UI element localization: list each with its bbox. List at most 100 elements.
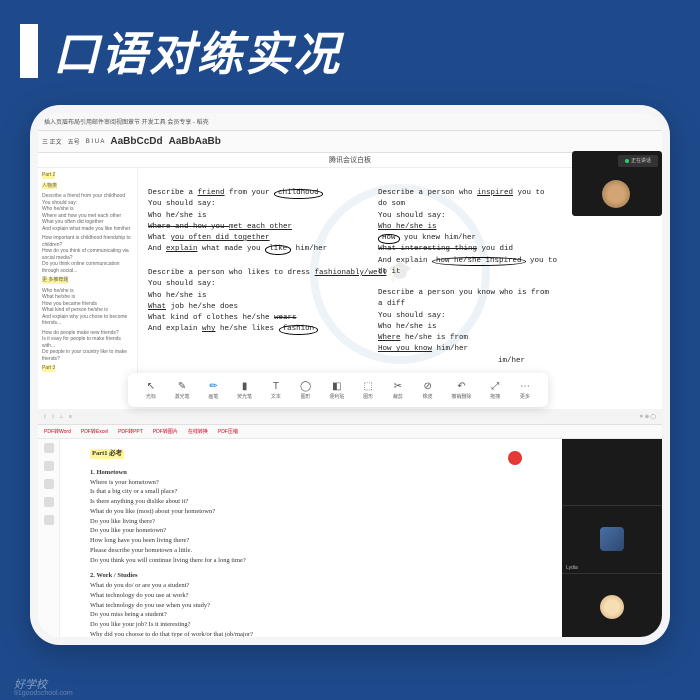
highlighter-icon: ▮	[239, 380, 251, 392]
tab-pdf-image[interactable]: PDF转图片	[153, 428, 178, 435]
ribbon-size[interactable]: 五号	[68, 137, 80, 146]
tool-eraser[interactable]: ⊘橡皮	[422, 380, 434, 400]
main-area: Part 2 人物类 Describe a friend from your c…	[38, 168, 662, 398]
pdf-header: ⟨ ⟩ ⌂ ≡ ✕ ⊕ ◯	[38, 409, 662, 425]
tool-pen[interactable]: ✏画笔	[207, 380, 219, 400]
q-line: What do you do/ or are you a student?	[90, 581, 522, 591]
tablet-frame: 插入页眉布局引用邮件审阅视图章节 开发工具 会员专享 - 稻壳 三 正文 五号 …	[30, 105, 670, 645]
outline-part: Part 2	[42, 172, 55, 179]
prompt-childhood-friend: Describe a friend from your childhood Yo…	[148, 188, 358, 256]
q-line: Where is your hometown?	[90, 478, 522, 488]
q1-title: 1. Hometown	[90, 468, 522, 478]
sidebar-icon[interactable]	[44, 443, 54, 453]
site-url-watermark: 91goodschool.com	[14, 690, 73, 697]
tab-pdf-ppt[interactable]: PDF转PPT	[118, 428, 143, 435]
outline-item: Do you think online communication throug…	[42, 261, 133, 274]
title-accent-bar	[20, 24, 38, 78]
tab-pdf-word[interactable]: PDF转Word	[44, 428, 71, 435]
menu-icon[interactable]: ≡	[69, 414, 72, 420]
tool-highlighter[interactable]: ▮荧光笔	[237, 380, 252, 400]
more-icon: ⋯	[519, 380, 531, 392]
outline-panel[interactable]: Part 2 人物类 Describe a friend from your c…	[38, 168, 138, 398]
sidebar-icon[interactable]	[44, 479, 54, 489]
q2-title: 2. Work / Studies	[90, 571, 522, 581]
speaking-indicator: 正在讲话	[618, 155, 658, 167]
whiteboard-label: 腾讯会议白板	[38, 153, 662, 168]
q-line: Please describe your hometown a little.	[90, 546, 522, 556]
record-indicator	[508, 451, 522, 465]
q-line: Is that a big city or a small place?	[90, 487, 522, 497]
figure-icon: ⬚	[362, 380, 374, 392]
drag-icon: ⤢	[489, 380, 501, 392]
tool-figure[interactable]: ⬚图形	[362, 380, 374, 400]
outline-item: Describe a friend from your childhood	[42, 193, 133, 200]
outline-item: How do you think of communicating via so…	[42, 248, 133, 261]
sidebar-icon[interactable]	[44, 497, 54, 507]
participant-avatar	[600, 527, 624, 551]
q-line: Do you like your hometown?	[90, 526, 522, 536]
tab-compress[interactable]: PDF压缩	[218, 428, 238, 435]
style-heading[interactable]: AaBbAaBb	[169, 136, 221, 147]
tool-undo[interactable]: ↶撤销删除	[451, 380, 471, 400]
pdf-tabs: PDF转Word PDF转Excel PDF转PPT PDF转图片 在线转换 P…	[38, 425, 662, 439]
section-header: Part1 必考	[90, 449, 124, 459]
q-line: Do you think you will continue living th…	[90, 556, 522, 566]
q-line: Do you miss being a student?	[90, 610, 522, 620]
q-line: How long have you been living there?	[90, 536, 522, 546]
cursor-icon: ↖	[145, 380, 157, 392]
prompt-different: Describe a person you know who is from a…	[378, 288, 558, 367]
outline-part3: Part 3	[42, 365, 55, 372]
tool-cursor[interactable]: ↖光标	[145, 380, 157, 400]
video-call-panel[interactable]: 正在讲话	[572, 151, 662, 216]
header-right[interactable]: ✕ ⊕ ◯	[639, 414, 656, 420]
home-icon[interactable]: ⌂	[60, 414, 63, 420]
title-text: 口语对练实况	[53, 18, 341, 84]
outline-more: 更 多推荐题	[42, 277, 68, 284]
sidebar-icon[interactable]	[44, 515, 54, 525]
word-ribbon[interactable]: 三 正文 五号 B I U A AaBbCcDd AaBbAaBb	[38, 131, 662, 153]
sticky-icon: ◧	[331, 380, 343, 392]
q-line: Why did you choose to do that type of wo…	[90, 630, 522, 637]
outline-topic: 人物类	[42, 183, 57, 190]
outline-item: And explain why you chose to become frie…	[42, 314, 133, 327]
q-line: Is there anything you dislike about it?	[90, 497, 522, 507]
participant-cell[interactable]: Lydia	[562, 506, 662, 573]
participant-cell[interactable]	[562, 574, 662, 637]
sidebar-icon[interactable]	[44, 461, 54, 471]
tool-drag[interactable]: ⤢拖拽	[489, 380, 501, 400]
tool-laser[interactable]: ✎激光笔	[175, 380, 190, 400]
ribbon-font[interactable]: 三 正文	[42, 137, 62, 146]
video-participants: Lydia	[562, 439, 662, 637]
outline-item: How important is childhood friendship to…	[42, 235, 133, 248]
q-line: What technology do you use when you stud…	[90, 601, 522, 611]
participant-avatar	[600, 595, 624, 619]
tool-shape[interactable]: ◯图形	[300, 380, 312, 400]
tab-pdf-excel[interactable]: PDF转Excel	[81, 428, 108, 435]
word-titlebar-text: 插入页眉布局引用邮件审阅视图章节 开发工具 会员专享 - 稻壳	[44, 117, 209, 126]
tool-text[interactable]: T文本	[270, 380, 282, 400]
participant-cell[interactable]	[562, 439, 662, 506]
text-icon: T	[270, 380, 282, 392]
ribbon-format[interactable]: B I U A	[86, 139, 105, 145]
outline-item: Do people in your country like to make f…	[42, 349, 133, 362]
nav-back-icon[interactable]: ⟨	[44, 414, 46, 420]
nav-forward-icon[interactable]: ⟩	[52, 414, 54, 420]
tab-online[interactable]: 在线转换	[188, 428, 208, 435]
speaker-avatar[interactable]	[602, 180, 630, 208]
q-line: What technology do you use at work?	[90, 591, 522, 601]
undo-icon: ↶	[455, 380, 467, 392]
style-normal[interactable]: AaBbCcDd	[110, 136, 162, 147]
participant-name: Lydia	[566, 565, 578, 571]
q-line: Do you like your job? Is it interesting?	[90, 620, 522, 630]
tool-sticky[interactable]: ◧便利贴	[329, 380, 344, 400]
tool-crop[interactable]: ✂裁剪	[392, 380, 404, 400]
prompt-fashionable: Describe a person who likes to dress fas…	[148, 268, 398, 336]
pen-icon: ✏	[207, 380, 219, 392]
tool-more[interactable]: ⋯更多	[519, 380, 531, 400]
pdf-content[interactable]: Part1 必考 1. Hometown Where is your homet…	[60, 439, 552, 637]
q-line: Do you like living there?	[90, 517, 522, 527]
pdf-app: ⟨ ⟩ ⌂ ≡ ✕ ⊕ ◯ PDF转Word PDF转Excel PDF转PPT…	[38, 409, 662, 637]
outline-item: And explain what made you like him/her	[42, 226, 133, 233]
annotation-toolbar: ↖光标 ✎激光笔 ✏画笔 ▮荧光笔 T文本 ◯图形 ◧便利贴 ⬚图形 ✂裁剪 ⊘…	[128, 373, 548, 407]
page-title: 口语对练实况	[20, 18, 341, 84]
